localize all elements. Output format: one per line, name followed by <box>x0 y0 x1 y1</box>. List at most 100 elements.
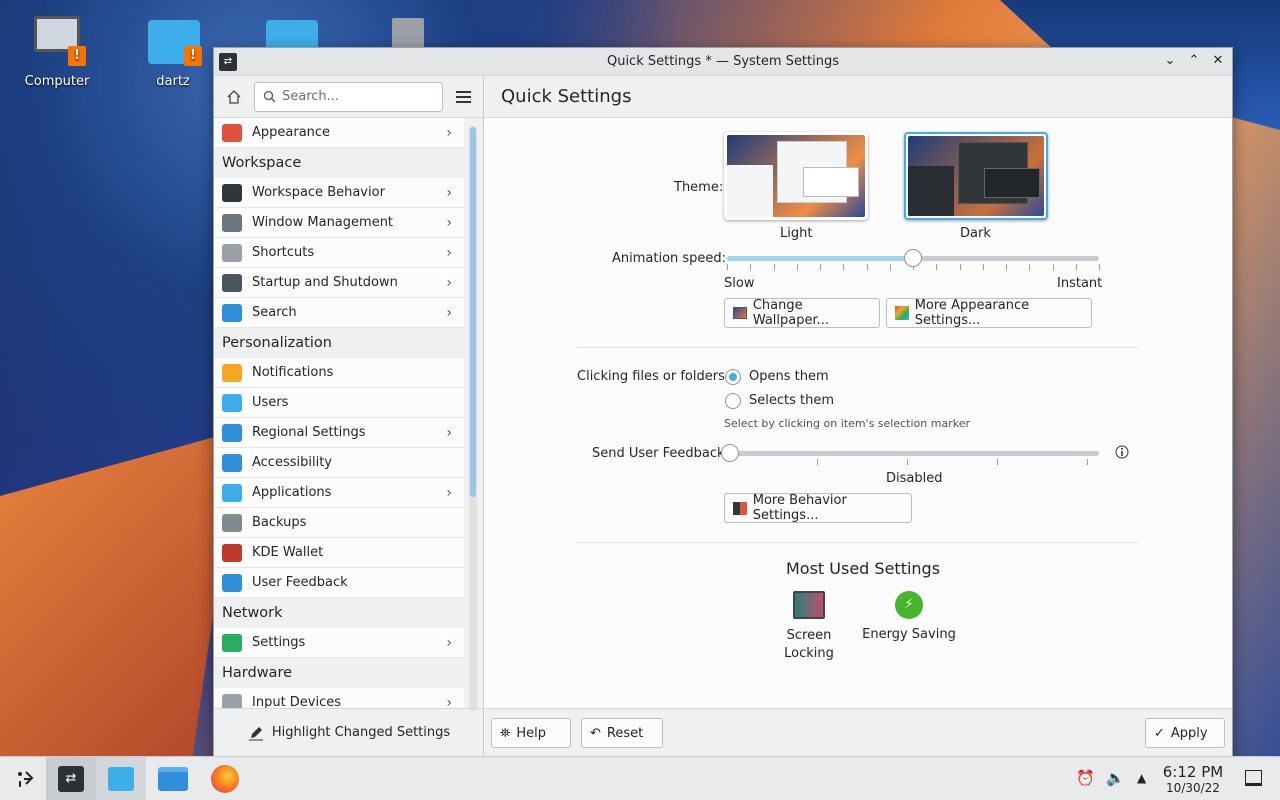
sidebar-item-label: Workspace Behavior <box>252 185 385 200</box>
chevron-right-icon: › <box>446 184 452 201</box>
backups-icon <box>222 513 242 532</box>
show-desktop-icon[interactable] <box>1245 770 1262 786</box>
desktop-icon-label: Computer <box>24 74 90 89</box>
window-title: Quick Settings * — System Settings <box>606 54 840 69</box>
animation-speed-slider[interactable] <box>727 249 1100 280</box>
help-label: Help <box>516 725 547 741</box>
info-icon[interactable] <box>1115 445 1129 459</box>
slider-handle[interactable] <box>904 249 922 267</box>
desktop-icon-computer[interactable]: ! Computer <box>12 12 102 89</box>
maximize-button[interactable]: ⌃ <box>1186 52 1202 70</box>
sidebar-item-kde-wallet[interactable]: KDE Wallet <box>214 538 464 568</box>
sidebar-item-workspace-behavior[interactable]: Workspace Behavior › <box>214 178 464 208</box>
highlight-changed-button[interactable]: Highlight Changed Settings <box>214 708 484 756</box>
taskbar-firefox[interactable] <box>200 757 250 800</box>
application-launcher[interactable] <box>0 757 50 800</box>
sidebar: Search... Appearance › Workspace Workspace … <box>214 76 484 756</box>
scrollbar-thumb[interactable] <box>470 127 476 497</box>
close-button[interactable]: ✕ <box>1210 52 1226 70</box>
slider-tick <box>750 264 752 270</box>
sidebar-item-label: Window Management <box>252 215 394 230</box>
opens-them-radio[interactable] <box>725 369 741 385</box>
desktop-icon-home-folder[interactable]: ! dartz <box>128 12 218 89</box>
search-input[interactable]: Search... <box>254 81 443 112</box>
sidebar-item-accessibility[interactable]: Accessibility <box>214 448 464 478</box>
sidebar-item-label: Shortcuts <box>252 245 315 260</box>
accessibility-icon <box>222 453 242 472</box>
minimize-button[interactable]: ⌄ <box>1162 52 1178 70</box>
main-panel: Quick Settings Theme: Light Dark Animati… <box>484 76 1232 756</box>
sidebar-item-shortcuts[interactable]: Shortcuts › <box>214 238 464 268</box>
theme-light-label: Light <box>780 226 813 241</box>
sidebar-item-applications[interactable]: Applications › <box>214 478 464 508</box>
sidebar-item-startup-and-shutdown[interactable]: Startup and Shutdown › <box>214 268 464 298</box>
sidebar-item-regional-settings[interactable]: Regional Settings › <box>214 418 464 448</box>
sidebar-item-notifications[interactable]: Notifications <box>214 358 464 388</box>
taskbar-file-manager[interactable] <box>148 757 198 800</box>
energy-saving-tile[interactable]: ⚡ Energy Saving <box>859 591 959 642</box>
computer-icon: ! <box>28 12 86 70</box>
send-feedback-label: Send User Feedback: <box>592 446 729 461</box>
system-settings-icon[interactable]: ⇄ <box>219 53 237 71</box>
notifications-tray-icon[interactable]: ⏰ <box>1076 769 1095 787</box>
hamburger-menu-button[interactable] <box>451 85 475 109</box>
volume-icon[interactable]: 🔈 <box>1106 769 1125 787</box>
more-appearance-button[interactable]: More Appearance Settings... <box>886 298 1092 328</box>
workspace-behavior-icon <box>222 183 242 202</box>
sidebar-item-window-management[interactable]: Window Management › <box>214 208 464 238</box>
users-icon <box>222 393 242 412</box>
user-feedback-icon <box>222 573 242 592</box>
reset-label: Reset <box>606 725 644 741</box>
notifications-icon <box>222 363 242 382</box>
sidebar-item-input-devices[interactable]: Input Devices › <box>214 688 464 708</box>
chevron-right-icon: › <box>446 274 452 291</box>
check-icon: ✓ <box>1154 725 1165 741</box>
taskbar-discover[interactable] <box>96 757 146 800</box>
reset-button[interactable]: ↶ Reset <box>581 718 663 748</box>
footer-bar: ⛯ Help ↶ Reset ✓ Apply <box>484 708 1232 756</box>
search-placeholder: Search... <box>282 89 340 104</box>
search-icon <box>222 303 242 322</box>
startup-and-shutdown-icon <box>222 273 242 292</box>
theme-dark-thumbnail[interactable] <box>904 132 1048 220</box>
search-icon <box>263 90 276 103</box>
taskbar-system-settings[interactable]: ⇄ <box>46 757 96 800</box>
clock[interactable]: 6:12 PM 10/30/22 <box>1160 764 1226 796</box>
slider-tick <box>1087 459 1088 465</box>
sidebar-item-label: Regional Settings <box>252 425 366 440</box>
selects-them-radio[interactable] <box>725 393 741 409</box>
sidebar-item-users[interactable]: Users <box>214 388 464 418</box>
sidebar-item-label: Backups <box>252 515 307 530</box>
slider-handle[interactable] <box>721 444 739 462</box>
sidebar-item-settings[interactable]: Settings › <box>214 628 464 658</box>
screen-locking-tile[interactable]: Screen Locking <box>774 591 844 663</box>
theme-light-thumbnail[interactable] <box>724 132 868 220</box>
appearance-icon <box>895 306 909 320</box>
sidebar-item-backups[interactable]: Backups <box>214 508 464 538</box>
apply-label: Apply <box>1170 725 1208 741</box>
discover-icon <box>108 767 134 791</box>
slider-tick <box>997 459 998 465</box>
more-behavior-label: More Behavior Settings... <box>752 493 847 523</box>
change-wallpaper-button[interactable]: Change Wallpaper... <box>724 298 880 328</box>
sidebar-item-label: Appearance <box>252 125 331 140</box>
tray-expand-icon[interactable]: ▲ <box>1137 771 1146 785</box>
clock-date: 10/30/22 <box>1166 781 1220 795</box>
sidebar-item-appearance[interactable]: Appearance › <box>214 118 464 148</box>
apply-button[interactable]: ✓ Apply <box>1145 718 1225 748</box>
sidebar-item-user-feedback[interactable]: User Feedback <box>214 568 464 598</box>
reset-icon: ↶ <box>590 725 601 741</box>
help-button[interactable]: ⛯ Help <box>491 718 571 748</box>
sidebar-scrollbar[interactable] <box>469 126 477 711</box>
sidebar-item-label: User Feedback <box>252 575 348 590</box>
sidebar-item-search[interactable]: Search › <box>214 298 464 328</box>
home-icon <box>227 89 241 104</box>
home-button[interactable] <box>222 85 246 109</box>
more-behavior-button[interactable]: More Behavior Settings... <box>724 493 912 523</box>
sidebar-category: Workspace <box>214 148 464 178</box>
highlight-changed-label: Highlight Changed Settings <box>271 725 451 740</box>
chevron-right-icon: › <box>446 484 452 501</box>
chevron-right-icon: › <box>446 634 452 651</box>
separator <box>577 542 1138 543</box>
shortcuts-icon <box>222 243 242 262</box>
